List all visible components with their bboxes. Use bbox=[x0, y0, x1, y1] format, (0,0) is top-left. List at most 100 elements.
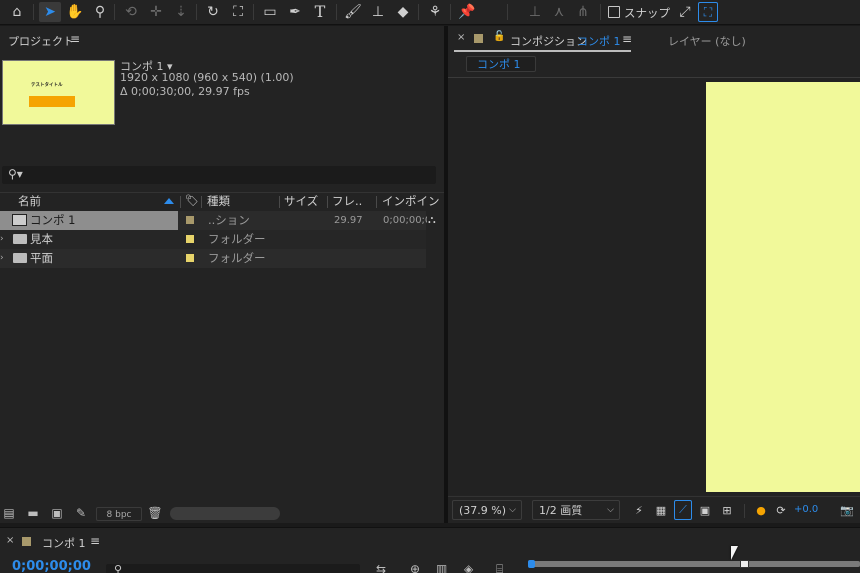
table-row[interactable]: コンポ 1 ..ション 29.97 0;00;00;0 bbox=[0, 211, 427, 230]
brush-tool-icon[interactable]: 🖌 bbox=[342, 2, 364, 22]
column-type[interactable]: 種類 bbox=[207, 193, 230, 210]
snapshot-camera-icon[interactable]: 📷 bbox=[838, 500, 856, 520]
view-axis-icon[interactable]: ⋔ bbox=[572, 2, 594, 22]
composition-canvas[interactable] bbox=[706, 82, 860, 492]
draft-3d-icon[interactable]: ⊕ bbox=[410, 562, 420, 573]
shy-layers-icon[interactable]: ▥ bbox=[436, 562, 447, 573]
snap-checkbox[interactable] bbox=[608, 6, 620, 18]
trash-icon[interactable]: 🗑 bbox=[146, 505, 164, 521]
pan-camera-icon[interactable]: ✛ bbox=[145, 2, 167, 22]
time-navigator-bar[interactable] bbox=[530, 561, 860, 567]
comp-breadcrumb-tab[interactable]: コンポ 1 bbox=[466, 56, 536, 72]
row-name: 平面 bbox=[30, 251, 53, 265]
flowchart-icon[interactable]: ⛬ bbox=[428, 213, 436, 227]
region-of-interest-icon[interactable]: ▣ bbox=[696, 500, 714, 520]
row-type: フォルダー bbox=[208, 232, 266, 246]
label-color-swatch[interactable] bbox=[186, 235, 194, 243]
row-type: ..ション bbox=[208, 213, 250, 227]
graph-editor-icon[interactable]: ⌸ bbox=[496, 562, 503, 573]
type-tool-icon[interactable]: T bbox=[309, 2, 331, 22]
zoom-tool-icon[interactable]: ⚲ bbox=[89, 2, 111, 22]
orbit-camera-icon[interactable]: ⟲ bbox=[120, 2, 142, 22]
column-divider[interactable] bbox=[376, 196, 377, 208]
zoom-dropdown[interactable]: (37.9 %) ⌵ bbox=[452, 500, 522, 520]
composition-panel-menu-icon[interactable]: ≡ bbox=[622, 32, 632, 46]
bit-depth-button[interactable]: 8 bpc bbox=[96, 507, 142, 521]
composition-tab-name[interactable]: コンポ 1 bbox=[577, 33, 621, 49]
sort-ascending-icon[interactable] bbox=[164, 198, 174, 204]
column-divider[interactable] bbox=[180, 196, 181, 208]
column-divider[interactable] bbox=[201, 196, 202, 208]
local-axis-icon[interactable]: ⊥ bbox=[524, 2, 546, 22]
column-frame-rate[interactable]: フレ.. bbox=[332, 193, 362, 210]
world-axis-icon[interactable]: ⋏ bbox=[548, 2, 570, 22]
toolbar-divider bbox=[418, 4, 419, 20]
layer-tab[interactable]: レイヤー (なし) bbox=[668, 33, 746, 49]
render-queue-icon[interactable]: ✎ bbox=[72, 505, 90, 521]
project-search-input[interactable]: ⚲▾ bbox=[2, 166, 436, 184]
table-row[interactable]: › 見本 フォルダー bbox=[0, 230, 426, 249]
toolbar-divider bbox=[450, 4, 451, 20]
fast-previews-icon[interactable]: ⚡ bbox=[630, 500, 648, 520]
expand-chevron-icon[interactable]: › bbox=[0, 234, 4, 244]
comp-thumbnail: テストタイトル bbox=[2, 60, 115, 125]
lock-icon[interactable]: 🔓 bbox=[493, 31, 505, 42]
composition-viewer[interactable] bbox=[448, 78, 860, 495]
column-divider[interactable] bbox=[327, 196, 328, 208]
time-navigator-end-handle[interactable] bbox=[740, 560, 749, 568]
selection-tool-icon[interactable]: ➤ bbox=[39, 2, 61, 22]
snap-expand-icon[interactable]: ⤢ bbox=[674, 2, 696, 22]
time-navigator-start-handle[interactable] bbox=[528, 560, 535, 568]
hand-tool-icon[interactable]: ✋ bbox=[64, 2, 86, 22]
channel-color-icon[interactable]: ● bbox=[752, 500, 770, 520]
resolution-dropdown[interactable]: 1/2 画質 ⌵ bbox=[532, 500, 620, 520]
row-name: コンポ 1 bbox=[30, 213, 76, 227]
grid-guides-icon[interactable]: ⊞ bbox=[718, 500, 736, 520]
dolly-camera-icon[interactable]: ⇣ bbox=[170, 2, 192, 22]
pen-tool-icon[interactable]: ✒ bbox=[284, 2, 306, 22]
mask-visibility-icon[interactable]: ⟋ bbox=[674, 500, 692, 520]
motion-blur-icon[interactable]: ◈ bbox=[464, 562, 473, 573]
project-panel-menu-icon[interactable]: ≡ bbox=[70, 32, 80, 46]
label-color-swatch[interactable] bbox=[186, 254, 194, 262]
row-name: 見本 bbox=[30, 232, 53, 246]
home-icon[interactable]: ⌂ bbox=[6, 2, 28, 22]
project-panel-title[interactable]: プロジェクト bbox=[8, 33, 74, 49]
column-divider[interactable] bbox=[279, 196, 280, 208]
reset-exposure-icon[interactable]: ⟳ bbox=[772, 500, 790, 520]
interpret-footage-icon[interactable]: ▤ bbox=[0, 505, 18, 521]
close-tab-icon[interactable]: × bbox=[6, 535, 14, 546]
snap-options-icon[interactable]: ⛶ bbox=[698, 2, 718, 22]
eraser-tool-icon[interactable]: ◆ bbox=[392, 2, 414, 22]
label-tag-icon[interactable]: 🏷 bbox=[185, 194, 199, 207]
rectangle-tool-icon[interactable]: ▭ bbox=[259, 2, 281, 22]
column-name[interactable]: 名前 bbox=[18, 193, 41, 210]
search-icon: ⚲▾ bbox=[8, 167, 23, 181]
exposure-value[interactable]: +0.0 bbox=[794, 504, 818, 515]
roto-brush-tool-icon[interactable]: ⚘ bbox=[424, 2, 446, 22]
resolution-value: 1/2 画質 bbox=[539, 504, 583, 517]
selected-item-duration: Δ 0;00;30;00, 29.97 fps bbox=[120, 85, 250, 98]
composition-mini-flowchart-icon[interactable]: ⇆ bbox=[376, 562, 386, 573]
expand-chevron-icon[interactable]: › bbox=[0, 253, 4, 263]
close-tab-icon[interactable]: × bbox=[457, 32, 465, 43]
composition-tab-prefix[interactable]: コンポジション bbox=[510, 33, 587, 49]
new-folder-icon[interactable]: ▬ bbox=[24, 505, 42, 521]
clone-stamp-tool-icon[interactable]: ⊥ bbox=[367, 2, 389, 22]
project-horizontal-scrollbar[interactable] bbox=[170, 507, 280, 520]
timeline-search-input[interactable]: ⚲ bbox=[106, 563, 360, 573]
label-color-swatch[interactable] bbox=[186, 216, 194, 224]
column-in-point[interactable]: インポイント bbox=[382, 193, 442, 210]
timeline-panel-menu-icon[interactable]: ≡ bbox=[90, 534, 100, 548]
current-time-display[interactable]: 0;00;00;00 bbox=[12, 559, 91, 573]
snap-label: スナップ bbox=[624, 6, 670, 20]
new-composition-icon[interactable]: ▣ bbox=[48, 505, 66, 521]
transparency-grid-icon[interactable]: ▦ bbox=[652, 500, 670, 520]
timeline-tab-name[interactable]: コンポ 1 bbox=[42, 535, 86, 551]
composition-icon bbox=[12, 214, 27, 226]
column-size[interactable]: サイズ bbox=[284, 193, 318, 210]
table-row[interactable]: › 平面 フォルダー bbox=[0, 249, 426, 268]
puppet-pin-tool-icon[interactable]: 📌 bbox=[456, 2, 478, 22]
anchor-point-tool-icon[interactable]: ⛶ bbox=[227, 2, 249, 22]
rotation-tool-icon[interactable]: ↻ bbox=[202, 2, 224, 22]
